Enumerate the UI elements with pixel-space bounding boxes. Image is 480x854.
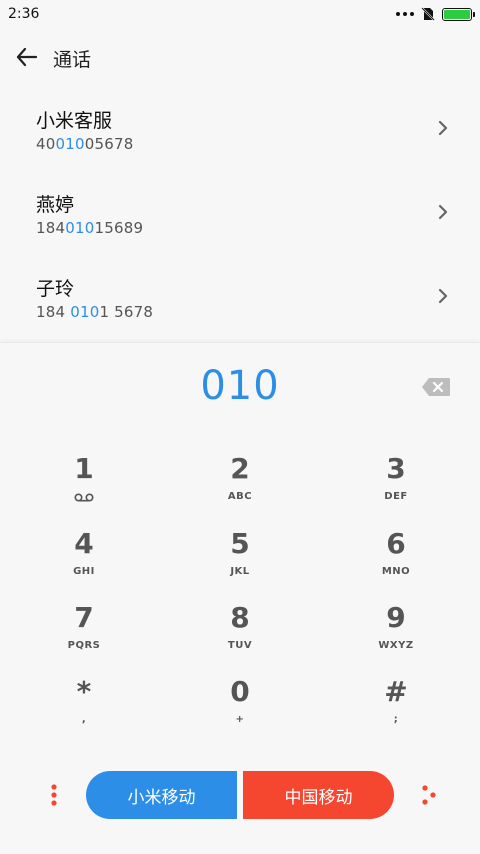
dial-key-4[interactable]: 4 GHI (24, 526, 144, 596)
key-letters: GHI (73, 566, 95, 577)
app-header: 通话 (0, 28, 480, 86)
key-letters: TUV (227, 640, 253, 651)
contact-row[interactable]: 子玲 184 0101 5678 (0, 254, 480, 338)
contact-name: 小米客服 (36, 110, 113, 132)
key-letters: WXYZ (378, 640, 414, 651)
dial-key-6[interactable]: 6 MNO (336, 526, 456, 596)
call-sim1-button[interactable]: 小米移动 (86, 771, 237, 819)
no-sim-icon (421, 7, 435, 21)
contact-name: 燕婷 (36, 194, 75, 216)
contact-number: 18401015689 (36, 219, 144, 237)
dial-key-3[interactable]: 3 DEF (336, 451, 456, 521)
status-bar: 2:36 (0, 0, 480, 28)
key-digit: 8 (230, 601, 250, 634)
dial-key-7[interactable]: 7 PQRS (24, 600, 144, 670)
key-digit: 1 (74, 452, 94, 485)
key-digit: 5 (230, 527, 250, 560)
back-arrow-icon[interactable] (14, 44, 40, 70)
battery-icon (442, 7, 475, 21)
dial-key-8[interactable]: 8 TUV (180, 600, 300, 670)
status-icons (396, 5, 475, 23)
key-letters: DEF (384, 491, 408, 502)
contact-number: 184 0101 5678 (36, 303, 154, 321)
dial-key-hash[interactable]: # ; (336, 674, 456, 744)
chevron-right-icon[interactable] (437, 204, 449, 220)
dial-key-9[interactable]: 9 WXYZ (336, 600, 456, 670)
key-digit: 3 (386, 452, 406, 485)
dial-key-star[interactable]: * , (24, 674, 144, 744)
key-digit: 0 (230, 675, 250, 708)
key-digit: * (76, 675, 92, 708)
key-letters: , (81, 714, 87, 725)
more-vertical-icon[interactable] (49, 783, 59, 809)
key-digit: 7 (74, 601, 94, 634)
contact-row[interactable]: 燕婷 18401015689 (0, 170, 480, 254)
key-letters: ABC (227, 491, 253, 502)
status-time: 2:36 (8, 6, 40, 22)
dial-key-1[interactable]: 1 (24, 451, 144, 521)
contact-number: 4001005678 (36, 135, 134, 153)
key-letters: ; (393, 714, 399, 725)
dial-key-0[interactable]: 0 + (180, 674, 300, 744)
key-digit: 2 (230, 452, 250, 485)
voicemail-icon (74, 493, 94, 502)
more-notifications-icon (396, 12, 414, 16)
call-sim2-button[interactable]: 中国移动 (243, 771, 394, 819)
backspace-icon[interactable] (421, 377, 451, 397)
search-results-list: 小米客服 4001005678 燕婷 18401015689 子玲 184 01… (0, 86, 480, 338)
key-letters: PQRS (67, 640, 101, 651)
dialpad-dots-icon[interactable] (420, 784, 438, 806)
key-letters: JKL (230, 566, 250, 577)
contact-name: 子玲 (36, 278, 75, 300)
call-action-bar: 小米移动 中国移动 (0, 770, 480, 822)
key-digit: # (384, 675, 408, 708)
dial-key-5[interactable]: 5 JKL (180, 526, 300, 596)
dialed-number-display[interactable]: 010 (0, 363, 480, 409)
key-letters: + (235, 714, 245, 725)
contact-row[interactable]: 小米客服 4001005678 (0, 86, 480, 170)
key-digit: 6 (386, 527, 406, 560)
chevron-right-icon[interactable] (437, 288, 449, 304)
key-letters: MNO (381, 566, 411, 577)
page-title: 通话 (53, 49, 92, 71)
dial-key-2[interactable]: 2 ABC (180, 451, 300, 521)
chevron-right-icon[interactable] (437, 120, 449, 136)
key-digit: 4 (74, 527, 94, 560)
key-digit: 9 (386, 601, 406, 634)
